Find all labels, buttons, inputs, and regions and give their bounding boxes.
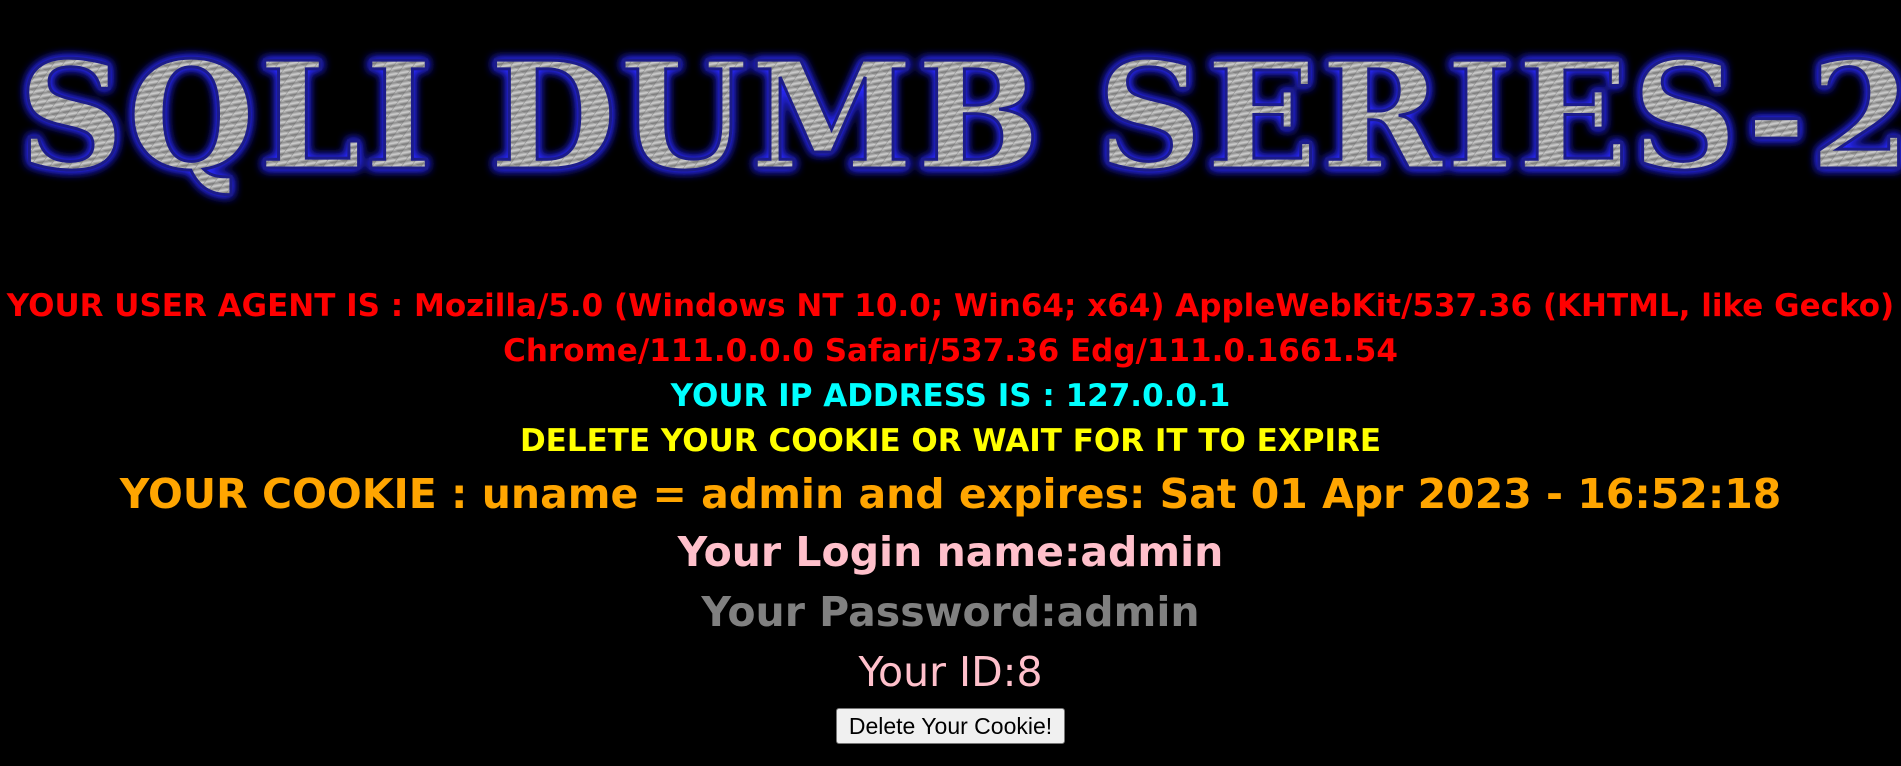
user-agent-line-2: Chrome/111.0.0.0 Safari/537.36 Edg/111.0… [503,333,1398,369]
banner-image: SQLI DUMB SERIES-20 [0,0,1901,210]
user-agent-line-1: YOUR USER AGENT IS : Mozilla/5.0 (Window… [6,288,1895,324]
login-name: Your Login name:admin [677,528,1224,576]
delete-cookie-message: DELETE YOUR COOKIE OR WAIT FOR IT TO EXP… [519,423,1382,459]
user-id: Your ID:8 [858,648,1043,696]
ip-address: YOUR IP ADDRESS IS : 127.0.0.1 [670,378,1231,414]
info-panel: YOUR USER AGENT IS : Mozilla/5.0 (Window… [0,284,1901,702]
cookie-info: YOUR COOKIE : uname = admin and expires:… [119,470,1782,518]
password-display: Your Password:admin [701,588,1200,636]
banner-title: SQLI DUMB SERIES-20 [18,29,1901,203]
button-row: Delete Your Cookie! [0,708,1901,744]
delete-cookie-button[interactable]: Delete Your Cookie! [835,708,1066,744]
